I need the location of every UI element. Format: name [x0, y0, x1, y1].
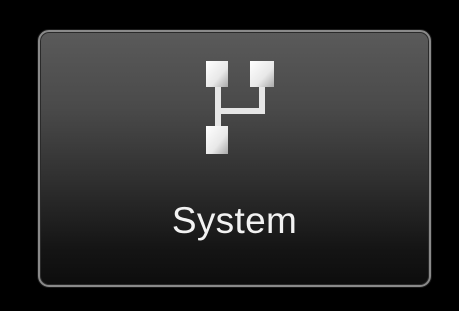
tile-label: System — [171, 200, 298, 241]
system-hierarchy-icon — [206, 61, 274, 154]
system-tile-button[interactable]: System — [38, 30, 431, 287]
